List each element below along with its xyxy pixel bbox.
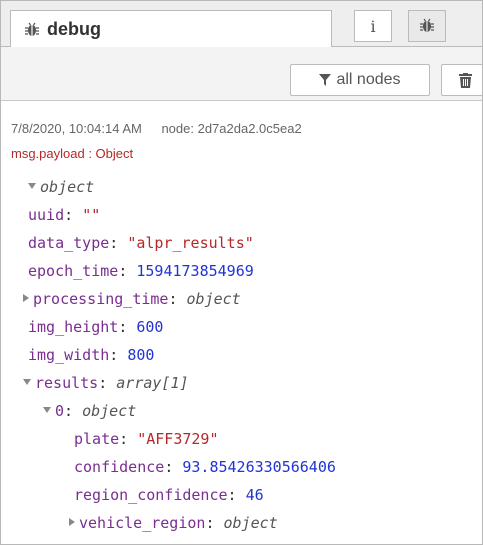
- property-uuid: uuid: "": [28, 206, 101, 224]
- property-region-confidence: region_confidence: 46: [74, 486, 264, 504]
- debug-toolbar: all nodes: [1, 47, 482, 101]
- tab-debug[interactable]: debug: [10, 10, 332, 47]
- object-root-toggle[interactable]: object: [28, 178, 94, 196]
- message-timestamp: 7/8/2020, 10:04:14 AM: [11, 121, 142, 136]
- property-confidence: confidence: 93.85426330566406: [74, 458, 336, 476]
- expand-down-icon: [23, 378, 31, 385]
- filter-nodes-button[interactable]: all nodes: [290, 64, 430, 96]
- expand-down-icon: [43, 406, 51, 413]
- message-topic: msg.payload : Object: [11, 146, 134, 161]
- filter-label: all nodes: [336, 71, 401, 88]
- message-node-link[interactable]: node: 2d7a2da2.0c5ea2: [161, 121, 301, 136]
- property-data-type: data_type: "alpr_results": [28, 234, 254, 252]
- tab-title: debug: [47, 19, 101, 39]
- expand-right-icon: [23, 293, 29, 302]
- property-vehicle-region-toggle[interactable]: vehicle_region: object: [69, 514, 278, 532]
- clear-messages-button[interactable]: [441, 64, 482, 96]
- expand-right-icon: [69, 517, 75, 526]
- property-img-width: img_width: 800: [28, 346, 155, 364]
- property-results-toggle[interactable]: results: array[1]: [23, 374, 189, 392]
- info-sidebar-button[interactable]: i: [354, 10, 392, 42]
- debug-sidebar-button[interactable]: [408, 10, 446, 42]
- trash-icon: [459, 72, 472, 88]
- bug-icon: [25, 22, 39, 36]
- tab-bar: debug i: [1, 1, 482, 47]
- debug-message-list[interactable]: 7/8/2020, 10:04:14 AM node: 2d7a2da2.0c5…: [1, 101, 482, 544]
- results-item-0-toggle[interactable]: 0: object: [43, 402, 136, 420]
- bug-icon: [420, 18, 434, 32]
- filter-icon: [319, 74, 332, 86]
- expand-down-icon: [28, 182, 36, 189]
- property-epoch-time: epoch_time: 1594173854969: [28, 262, 254, 280]
- debug-panel: debug i all nodes 7/8/2020, 10:04:14 AM …: [0, 0, 483, 545]
- property-processing-time-toggle[interactable]: processing_time: object: [23, 290, 241, 308]
- property-plate: plate: "AFF3729": [74, 430, 219, 448]
- info-icon: i: [370, 16, 376, 36]
- property-img-height: img_height: 600: [28, 318, 164, 336]
- message-meta: 7/8/2020, 10:04:14 AM node: 2d7a2da2.0c5…: [11, 121, 302, 136]
